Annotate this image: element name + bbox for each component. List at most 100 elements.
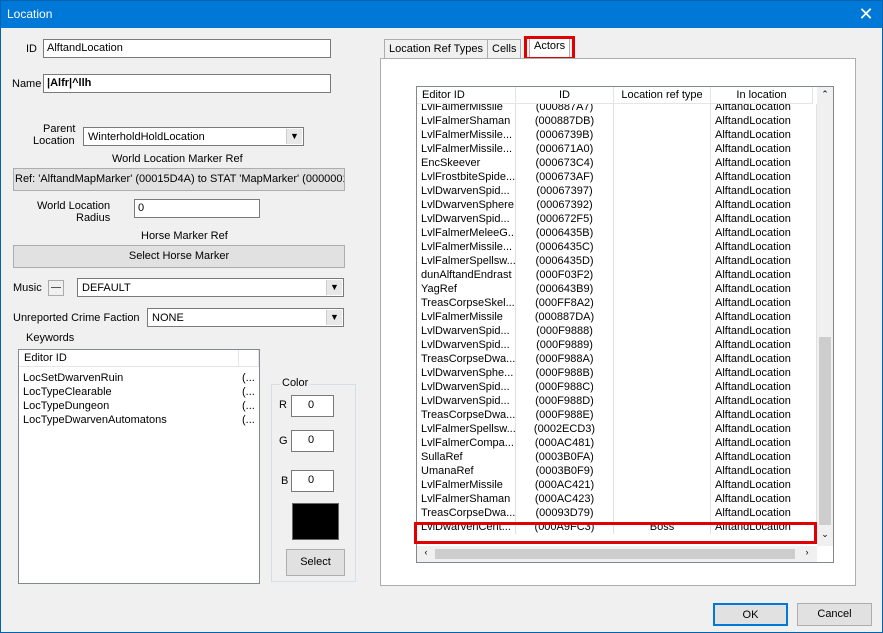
- tab-location-ref-types[interactable]: Location Ref Types: [384, 39, 488, 59]
- actor-row[interactable]: LvlFalmerMeleeG... (0006435B) AlftandLocat…: [417, 226, 817, 240]
- id-field[interactable]: AlftandLocation: [43, 39, 331, 58]
- actor-editor-id: dunAlftandEndrast: [417, 268, 516, 282]
- g-field[interactable]: 0: [291, 430, 334, 452]
- chevron-down-icon[interactable]: ▼: [326, 280, 342, 295]
- actor-row[interactable]: EncSkeever (000673C4) AlftandLocation: [417, 156, 817, 170]
- actor-in-location: AlftandLocation: [711, 366, 817, 380]
- actor-row[interactable]: TreasCorpseDwa... (00093D79) AlftandLocati…: [417, 506, 817, 520]
- scroll-up-icon[interactable]: ⌃: [817, 89, 833, 103]
- actor-row[interactable]: LvlFalmerMissile (000887DA) AlftandLocatio…: [417, 310, 817, 324]
- vertical-scrollbar[interactable]: ⌃ ⌄: [817, 87, 833, 546]
- actor-row[interactable]: LvlFalmerMissile (000887A7) AlftandLocatio…: [417, 104, 817, 114]
- actor-row[interactable]: LvlDwarvenSphere (00067392) AlftandLocatio…: [417, 198, 817, 212]
- actor-editor-id: LvlFalmerMissile...: [417, 240, 516, 254]
- actor-row[interactable]: UmanaRef (0003B0F9) AlftandLocation: [417, 464, 817, 478]
- actors-col-in-location[interactable]: In location: [711, 87, 813, 104]
- actor-in-location: AlftandLocation: [711, 478, 817, 492]
- actor-location-ref-type: [614, 170, 711, 184]
- actor-row[interactable]: YagRef (000643B9) AlftandLocation: [417, 282, 817, 296]
- actor-row[interactable]: LvlDwarvenSphe... (000F988B) AlftandLocati…: [417, 366, 817, 380]
- parent-location-select[interactable]: WinterholdHoldLocation ▼: [83, 127, 304, 146]
- actor-row[interactable]: LvlFalmerMissile... (0006435C) AlftandLoca…: [417, 240, 817, 254]
- actor-in-location: AlftandLocation: [711, 198, 817, 212]
- name-field[interactable]: |Alfr|^llh: [43, 74, 331, 93]
- actor-row[interactable]: LvlFalmerSpellsw... (0006435D) AlftandLoca…: [417, 254, 817, 268]
- actor-id: (0006435C): [516, 240, 614, 254]
- actor-editor-id: LvlDwarvenSpid...: [417, 338, 516, 352]
- keyword-row[interactable]: LocSetDwarvenRuin (...: [19, 371, 259, 385]
- actors-list[interactable]: Editor ID ID Location ref type In locati…: [416, 86, 834, 563]
- actor-location-ref-type: [614, 464, 711, 478]
- actor-location-ref-type: [614, 478, 711, 492]
- scroll-down-icon[interactable]: ⌄: [817, 529, 833, 543]
- actor-row[interactable]: LvlDwarvenSpid... (000F988C) AlftandLocati…: [417, 380, 817, 394]
- actor-in-location: AlftandLocation: [711, 142, 817, 156]
- b-field[interactable]: 0: [291, 470, 334, 492]
- actor-in-location: AlftandLocation: [711, 310, 817, 324]
- color-swatch[interactable]: [292, 503, 339, 540]
- keyword-row[interactable]: LocTypeClearable (...: [19, 385, 259, 399]
- actor-location-ref-type: [614, 450, 711, 464]
- keywords-header-extra[interactable]: [239, 350, 259, 367]
- chevron-down-icon[interactable]: ▼: [286, 129, 302, 144]
- actor-in-location: AlftandLocation: [711, 296, 817, 310]
- actor-in-location: AlftandLocation: [711, 422, 817, 436]
- close-icon[interactable]: ✕: [850, 1, 882, 28]
- actor-location-ref-type: [614, 254, 711, 268]
- actor-row[interactable]: TreasCorpseDwa... (000F988E) AlftandLocati…: [417, 408, 817, 422]
- ok-button[interactable]: OK: [713, 603, 788, 626]
- actor-row[interactable]: LvlDwarvenSpid... (000672F5) AlftandLocati…: [417, 212, 817, 226]
- actor-row[interactable]: LvlDwarvenSpid... (000F9889) AlftandLocati…: [417, 338, 817, 352]
- keywords-list[interactable]: Editor ID LocSetDwarvenRuin (... LocTypeCl…: [18, 349, 260, 584]
- color-select-button[interactable]: Select: [286, 549, 345, 576]
- chevron-down-icon[interactable]: ▼: [326, 310, 342, 325]
- actor-row[interactable]: LvlFalmerMissile... (0006739B) AlftandLoca…: [417, 128, 817, 142]
- actor-row[interactable]: LvlDwarvenSpid... (00067397) AlftandLocati…: [417, 184, 817, 198]
- actor-editor-id: LvlFalmerMissile...: [417, 128, 516, 142]
- actor-row[interactable]: LvlFalmerShaman (000887DB) AlftandLocation: [417, 114, 817, 128]
- keywords-header-editor-id[interactable]: Editor ID: [19, 350, 239, 367]
- tab-cells[interactable]: Cells: [487, 39, 522, 59]
- music-spinner[interactable]: [48, 280, 64, 296]
- actor-row[interactable]: LvlDwarvenSpid... (000F988D) AlftandLocati…: [417, 394, 817, 408]
- actor-row[interactable]: TreasCorpseSkel... (000FF8A2) AlftandLocat…: [417, 296, 817, 310]
- actor-location-ref-type: [614, 198, 711, 212]
- keyword-row[interactable]: LocTypeDwarvenAutomatons (...: [19, 413, 259, 427]
- select-horse-marker-button[interactable]: Select Horse Marker: [13, 245, 345, 268]
- r-label: R: [279, 399, 287, 411]
- actors-col-editor-id[interactable]: Editor ID: [417, 87, 516, 104]
- actor-row[interactable]: LvlFalmerMissile (000AC421) AlftandLocatio…: [417, 478, 817, 492]
- scroll-left-icon[interactable]: ‹: [419, 547, 433, 561]
- actor-row[interactable]: dunAlftandEndrast (000F03F2) AlftandLocati…: [417, 268, 817, 282]
- actor-in-location: AlftandLocation: [711, 352, 817, 366]
- actor-in-location: AlftandLocation: [711, 338, 817, 352]
- parent-location-label-1: Parent: [43, 123, 76, 135]
- keyword-editor-id: LocTypeClearable: [23, 386, 112, 398]
- r-field[interactable]: 0: [291, 395, 334, 417]
- actors-col-id[interactable]: ID: [516, 87, 614, 104]
- marker-ref-button[interactable]: Ref: 'AlftandMapMarker' (00015D4A) to ST…: [13, 168, 345, 191]
- scroll-right-icon[interactable]: ›: [800, 547, 814, 561]
- actor-in-location: AlftandLocation: [711, 450, 817, 464]
- actor-row[interactable]: LvlFalmerShaman (000AC423) AlftandLocation: [417, 492, 817, 506]
- keyword-editor-id: LocTypeDungeon: [23, 400, 110, 412]
- crime-faction-select[interactable]: NONE ▼: [147, 308, 344, 327]
- actor-row[interactable]: TreasCorpseDwa... (000F988A) AlftandLocati…: [417, 352, 817, 366]
- keyword-row[interactable]: LocTypeDungeon (...: [19, 399, 259, 413]
- radius-field[interactable]: 0: [134, 199, 260, 218]
- horizontal-scrollbar[interactable]: ‹ ›: [417, 546, 817, 562]
- actor-row[interactable]: SullaRef (0003B0FA) AlftandLocation: [417, 450, 817, 464]
- scrollbar-thumb[interactable]: [819, 337, 831, 525]
- music-select[interactable]: DEFAULT ▼: [77, 278, 344, 297]
- actor-row[interactable]: LvlFalmerSpellsw... (0002ECD3) AlftandLoca…: [417, 422, 817, 436]
- cancel-button[interactable]: Cancel: [797, 603, 872, 626]
- hscroll-thumb[interactable]: [435, 549, 795, 559]
- actor-row[interactable]: LvlFalmerMissile... (000671A0) AlftandLoca…: [417, 142, 817, 156]
- actor-id: (00067397): [516, 184, 614, 198]
- actor-in-location: AlftandLocation: [711, 254, 817, 268]
- actors-col-location-ref-type[interactable]: Location ref type: [614, 87, 711, 104]
- actor-row[interactable]: LvlFrostbiteSpide... (000673AF) AlftandLoc…: [417, 170, 817, 184]
- name-label: Name: [12, 78, 42, 90]
- actor-row[interactable]: LvlFalmerCompa... (000AC481) AlftandLocati…: [417, 436, 817, 450]
- actor-row[interactable]: LvlDwarvenSpid... (000F9888) AlftandLocati…: [417, 324, 817, 338]
